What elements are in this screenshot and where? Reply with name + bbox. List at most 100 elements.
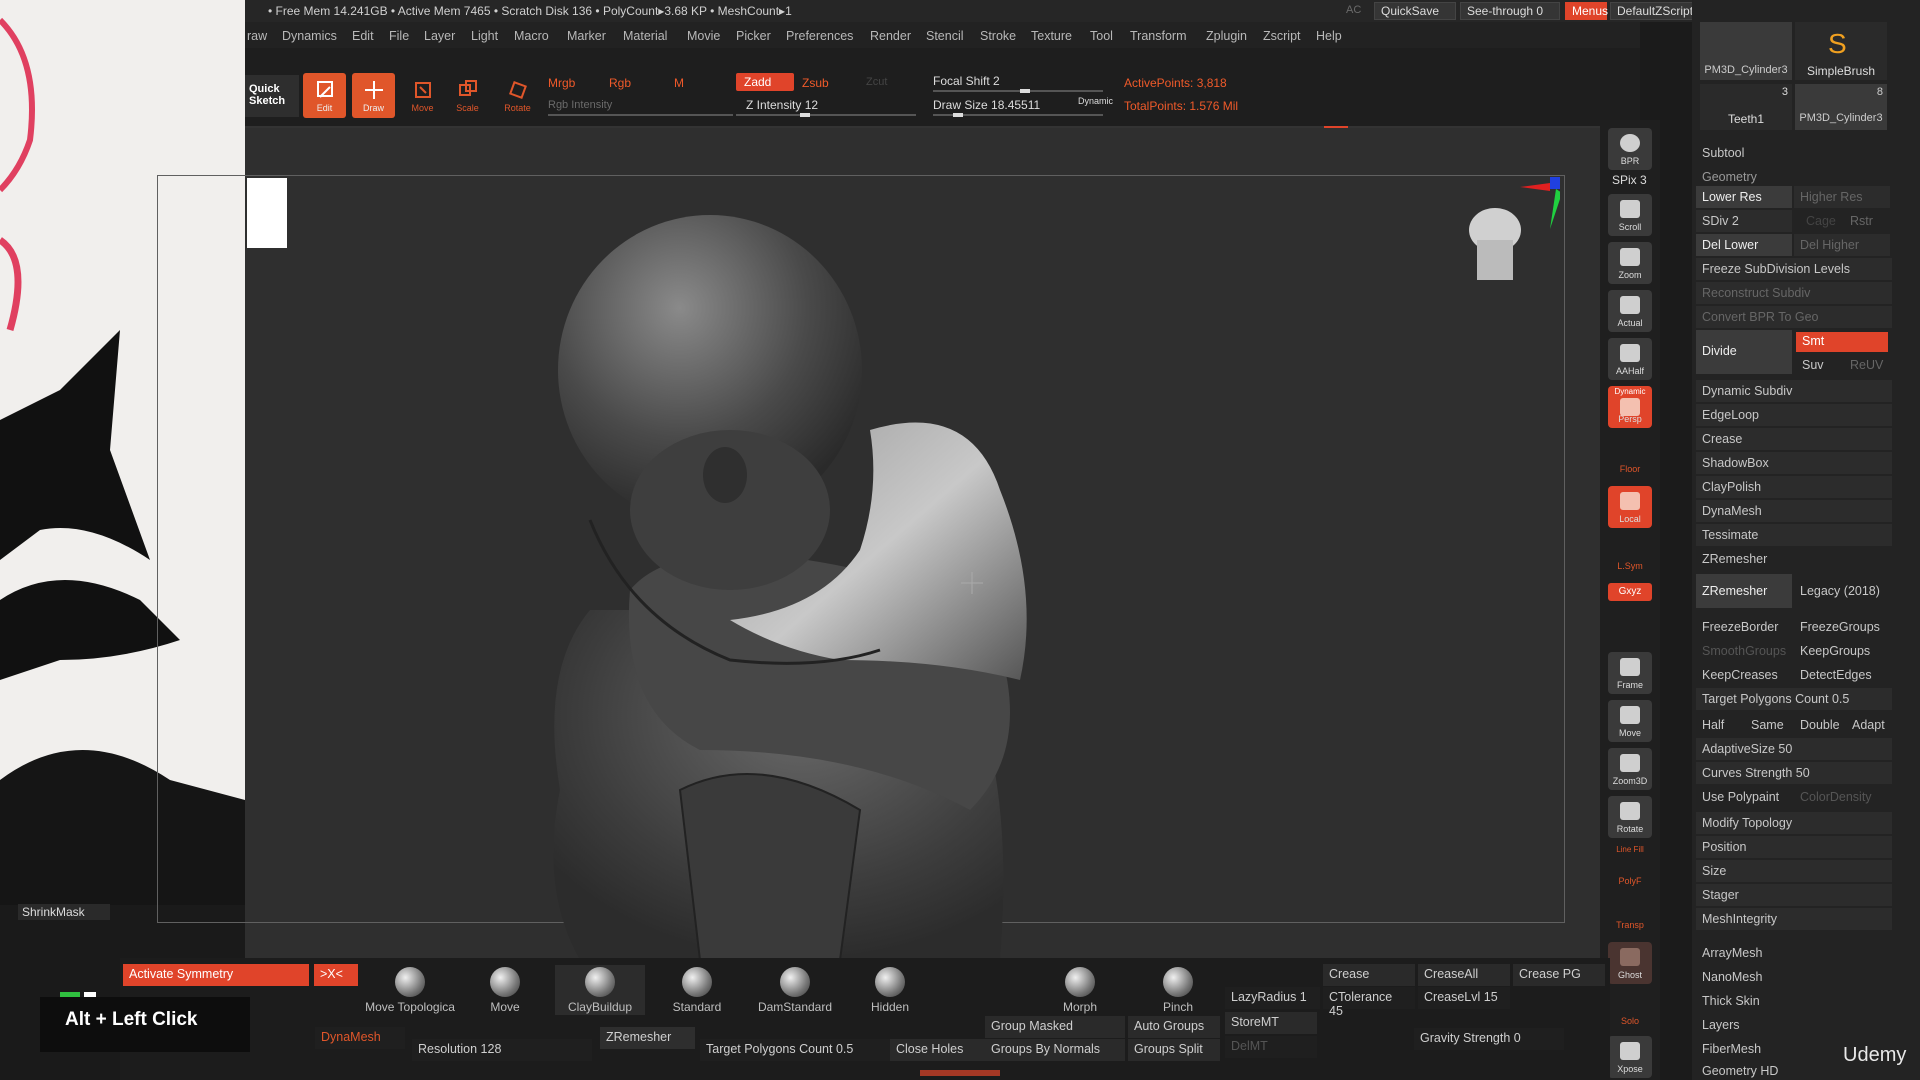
freeze-subdiv-button[interactable]: Freeze SubDivision Levels — [1696, 258, 1892, 280]
z-intensity-slider[interactable]: Z Intensity 12 — [746, 98, 818, 112]
menu-macro[interactable]: Macro — [514, 29, 549, 43]
menu-light[interactable]: Light — [471, 29, 498, 43]
crease-pg-button[interactable]: Crease PG — [1513, 964, 1605, 986]
subtool-thumb-cylinder-2[interactable]: 8 PM3D_Cylinder3 — [1795, 84, 1887, 130]
xyz-rotation-button[interactable]: Gxyz — [1608, 583, 1652, 601]
claypolish-section[interactable]: ClayPolish — [1696, 476, 1892, 498]
curves-strength-slider[interactable]: Curves Strength 50 — [1696, 762, 1892, 784]
m-button[interactable]: M — [674, 76, 684, 90]
creaselvl-slider[interactable]: CreaseLvl 15 — [1418, 987, 1510, 1009]
menu-tool[interactable]: Tool — [1090, 29, 1113, 43]
aahalf-button[interactable]: AAHalf — [1608, 338, 1652, 380]
group-masked-button[interactable]: Group Masked — [985, 1016, 1125, 1038]
menu-render[interactable]: Render — [870, 29, 911, 43]
brush-hidden[interactable]: Hidden — [855, 965, 925, 1015]
use-polypaint-toggle[interactable]: Use Polypaint — [1696, 786, 1792, 808]
dynamesh-button[interactable]: DynaMesh — [315, 1027, 405, 1049]
polyf-button[interactable]: Line Fill PolyF — [1608, 845, 1652, 889]
activate-symmetry-button[interactable]: Activate Symmetry — [123, 964, 309, 986]
menu-edit[interactable]: Edit — [352, 29, 374, 43]
menu-preferences[interactable]: Preferences — [786, 29, 853, 43]
local-button[interactable]: Local — [1608, 486, 1652, 528]
color-density-slider[interactable]: ColorDensity — [1794, 786, 1890, 808]
reconstruct-subdiv-button[interactable]: Reconstruct Subdiv — [1696, 282, 1892, 304]
delmt-button[interactable]: DelMT — [1225, 1036, 1317, 1058]
menu-file[interactable]: File — [389, 29, 409, 43]
storemt-button[interactable]: StoreMT — [1225, 1012, 1317, 1034]
move-view-button[interactable]: Move — [1608, 700, 1652, 742]
persp-button[interactable]: Dynamic Persp — [1608, 386, 1652, 428]
del-higher-button[interactable]: Del Higher — [1794, 234, 1890, 256]
freeze-border-toggle[interactable]: FreezeBorder — [1696, 616, 1792, 638]
edit-button[interactable]: Edit — [303, 73, 346, 118]
double-button[interactable]: Double — [1794, 714, 1844, 736]
rotate-view-button[interactable]: Rotate — [1608, 796, 1652, 838]
menu-transform[interactable]: Transform — [1130, 29, 1187, 43]
cage-button[interactable]: Cage — [1800, 210, 1840, 232]
quick-sketch-button[interactable]: Quick Sketch — [245, 75, 299, 117]
arraymesh-section[interactable]: ArrayMesh — [1696, 942, 1892, 964]
adapt-button[interactable]: Adapt — [1846, 714, 1892, 736]
zremesher-section[interactable]: ZRemesher — [1696, 548, 1892, 570]
modify-topology-section[interactable]: Modify Topology — [1696, 812, 1892, 834]
groups-by-normals-button[interactable]: Groups By Normals — [985, 1039, 1125, 1061]
zcut-button[interactable]: Zcut — [866, 76, 887, 88]
actual-button[interactable]: Actual — [1608, 290, 1652, 332]
simplebrush-thumb[interactable]: S SimpleBrush — [1795, 22, 1887, 80]
subtool-header[interactable]: Subtool — [1696, 142, 1892, 164]
draw-size-slider[interactable]: Draw Size 18.45511 — [933, 98, 1040, 112]
menu-stroke[interactable]: Stroke — [980, 29, 1016, 43]
zoom-button[interactable]: Zoom — [1608, 242, 1652, 284]
menu-stencil[interactable]: Stencil — [926, 29, 964, 43]
brush-move[interactable]: Move — [470, 965, 540, 1015]
brush-pinch[interactable]: Pinch — [1143, 965, 1213, 1015]
layers-section[interactable]: Layers — [1696, 1014, 1892, 1036]
meshintegrity-section[interactable]: MeshIntegrity — [1696, 908, 1892, 930]
brush-standard[interactable]: Standard — [662, 965, 732, 1015]
menu-help[interactable]: Help — [1316, 29, 1342, 43]
half-button[interactable]: Half — [1696, 714, 1741, 736]
rgb-button[interactable]: Rgb — [609, 76, 631, 90]
menu-picker[interactable]: Picker — [736, 29, 771, 43]
size-section[interactable]: Size — [1696, 860, 1892, 882]
crease-section[interactable]: Crease — [1696, 428, 1892, 450]
groups-split-button[interactable]: Groups Split — [1128, 1039, 1220, 1061]
bpr-button[interactable]: BPR — [1608, 128, 1652, 170]
detect-edges-toggle[interactable]: DetectEdges — [1794, 664, 1890, 686]
shadowbox-section[interactable]: ShadowBox — [1696, 452, 1892, 474]
menus-button[interactable]: Menus — [1565, 2, 1608, 20]
same-button[interactable]: Same — [1745, 714, 1790, 736]
subtool-thumb-cylinder[interactable]: PM3D_Cylinder3 — [1700, 22, 1792, 80]
transp-button[interactable]: Transp — [1608, 900, 1652, 936]
menu-movie[interactable]: Movie — [687, 29, 720, 43]
brush-damstandard[interactable]: DamStandard — [750, 965, 840, 1015]
reuv-toggle[interactable]: ReUV — [1844, 354, 1888, 376]
crease-all-button[interactable]: CreaseAll — [1418, 964, 1510, 986]
ctolerance-slider[interactable]: CTolerance 45 — [1323, 987, 1415, 1018]
move-button[interactable]: Move — [401, 73, 444, 118]
rstr-button[interactable]: Rstr — [1844, 210, 1884, 232]
nanomesh-section[interactable]: NanoMesh — [1696, 966, 1892, 988]
solo-button[interactable]: Solo — [1608, 990, 1652, 1030]
mrgb-button[interactable]: Mrgb — [548, 76, 575, 90]
rotate-button[interactable]: Rotate — [496, 73, 539, 118]
menu-raw[interactable]: raw — [247, 29, 267, 43]
geometry-header[interactable]: Geometry — [1696, 166, 1892, 188]
stager-section[interactable]: Stager — [1696, 884, 1892, 906]
keep-groups-toggle[interactable]: KeepGroups — [1794, 640, 1890, 662]
menu-material[interactable]: Material — [623, 29, 667, 43]
menu-marker[interactable]: Marker — [567, 29, 606, 43]
dynamesh-section[interactable]: DynaMesh — [1696, 500, 1892, 522]
menu-zscript[interactable]: Zscript — [1263, 29, 1301, 43]
brush-move-topological[interactable]: Move Topologica — [360, 965, 460, 1015]
smooth-groups-slider[interactable]: SmoothGroups — [1696, 640, 1792, 662]
smt-toggle[interactable]: Smt — [1796, 332, 1888, 352]
freeze-groups-toggle[interactable]: FreezeGroups — [1794, 616, 1890, 638]
target-polygons-slider[interactable]: Target Polygons Count 0.5 — [1696, 688, 1892, 710]
spix-slider[interactable]: SPix 3 — [1612, 173, 1647, 187]
menu-layer[interactable]: Layer — [424, 29, 455, 43]
position-section[interactable]: Position — [1696, 836, 1892, 858]
lazy-radius-slider[interactable]: LazyRadius 1 — [1225, 987, 1320, 1009]
auto-groups-button[interactable]: Auto Groups — [1128, 1016, 1220, 1038]
teeth-thumb[interactable]: 3 Teeth1 — [1700, 84, 1792, 130]
